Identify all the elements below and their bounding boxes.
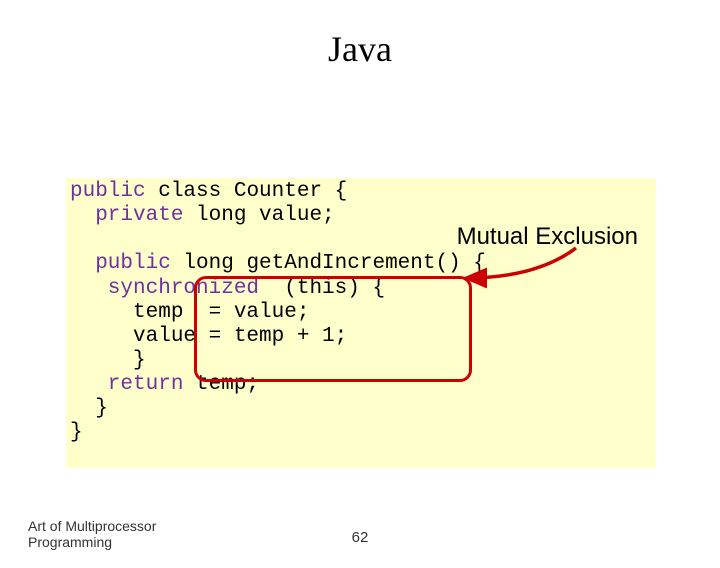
footer-line-2: Programming: [28, 535, 188, 550]
code-line-4b: long getAndIncrement() {: [171, 252, 486, 275]
code-block: public class Counter { private long valu…: [66, 178, 656, 468]
annotation-label: Mutual Exclusion: [457, 223, 638, 251]
keyword-public: public: [70, 180, 146, 203]
code-line-11: }: [70, 421, 83, 444]
page-number: 62: [352, 529, 369, 546]
code-line-10: }: [70, 397, 108, 420]
footer-line-1: Art of Multiprocessor: [28, 519, 188, 534]
code-line-5b: (this) {: [259, 277, 385, 300]
code-line-2b: long value;: [183, 204, 334, 227]
code-line-1b: class Counter {: [146, 180, 348, 203]
keyword-return: return: [70, 373, 183, 396]
keyword-private: private: [70, 204, 183, 227]
code-text: public class Counter { private long valu…: [70, 180, 486, 446]
code-line-9b: temp;: [183, 373, 259, 396]
code-line-6: temp = value;: [70, 301, 309, 324]
keyword-public-2: public: [70, 252, 171, 275]
code-line-7: value = temp + 1;: [70, 325, 347, 348]
slide-title: Java: [0, 28, 720, 70]
footer-credit: Art of Multiprocessor Programming: [28, 519, 188, 550]
code-line-8: }: [70, 349, 146, 372]
keyword-synchronized: synchronized: [70, 277, 259, 300]
